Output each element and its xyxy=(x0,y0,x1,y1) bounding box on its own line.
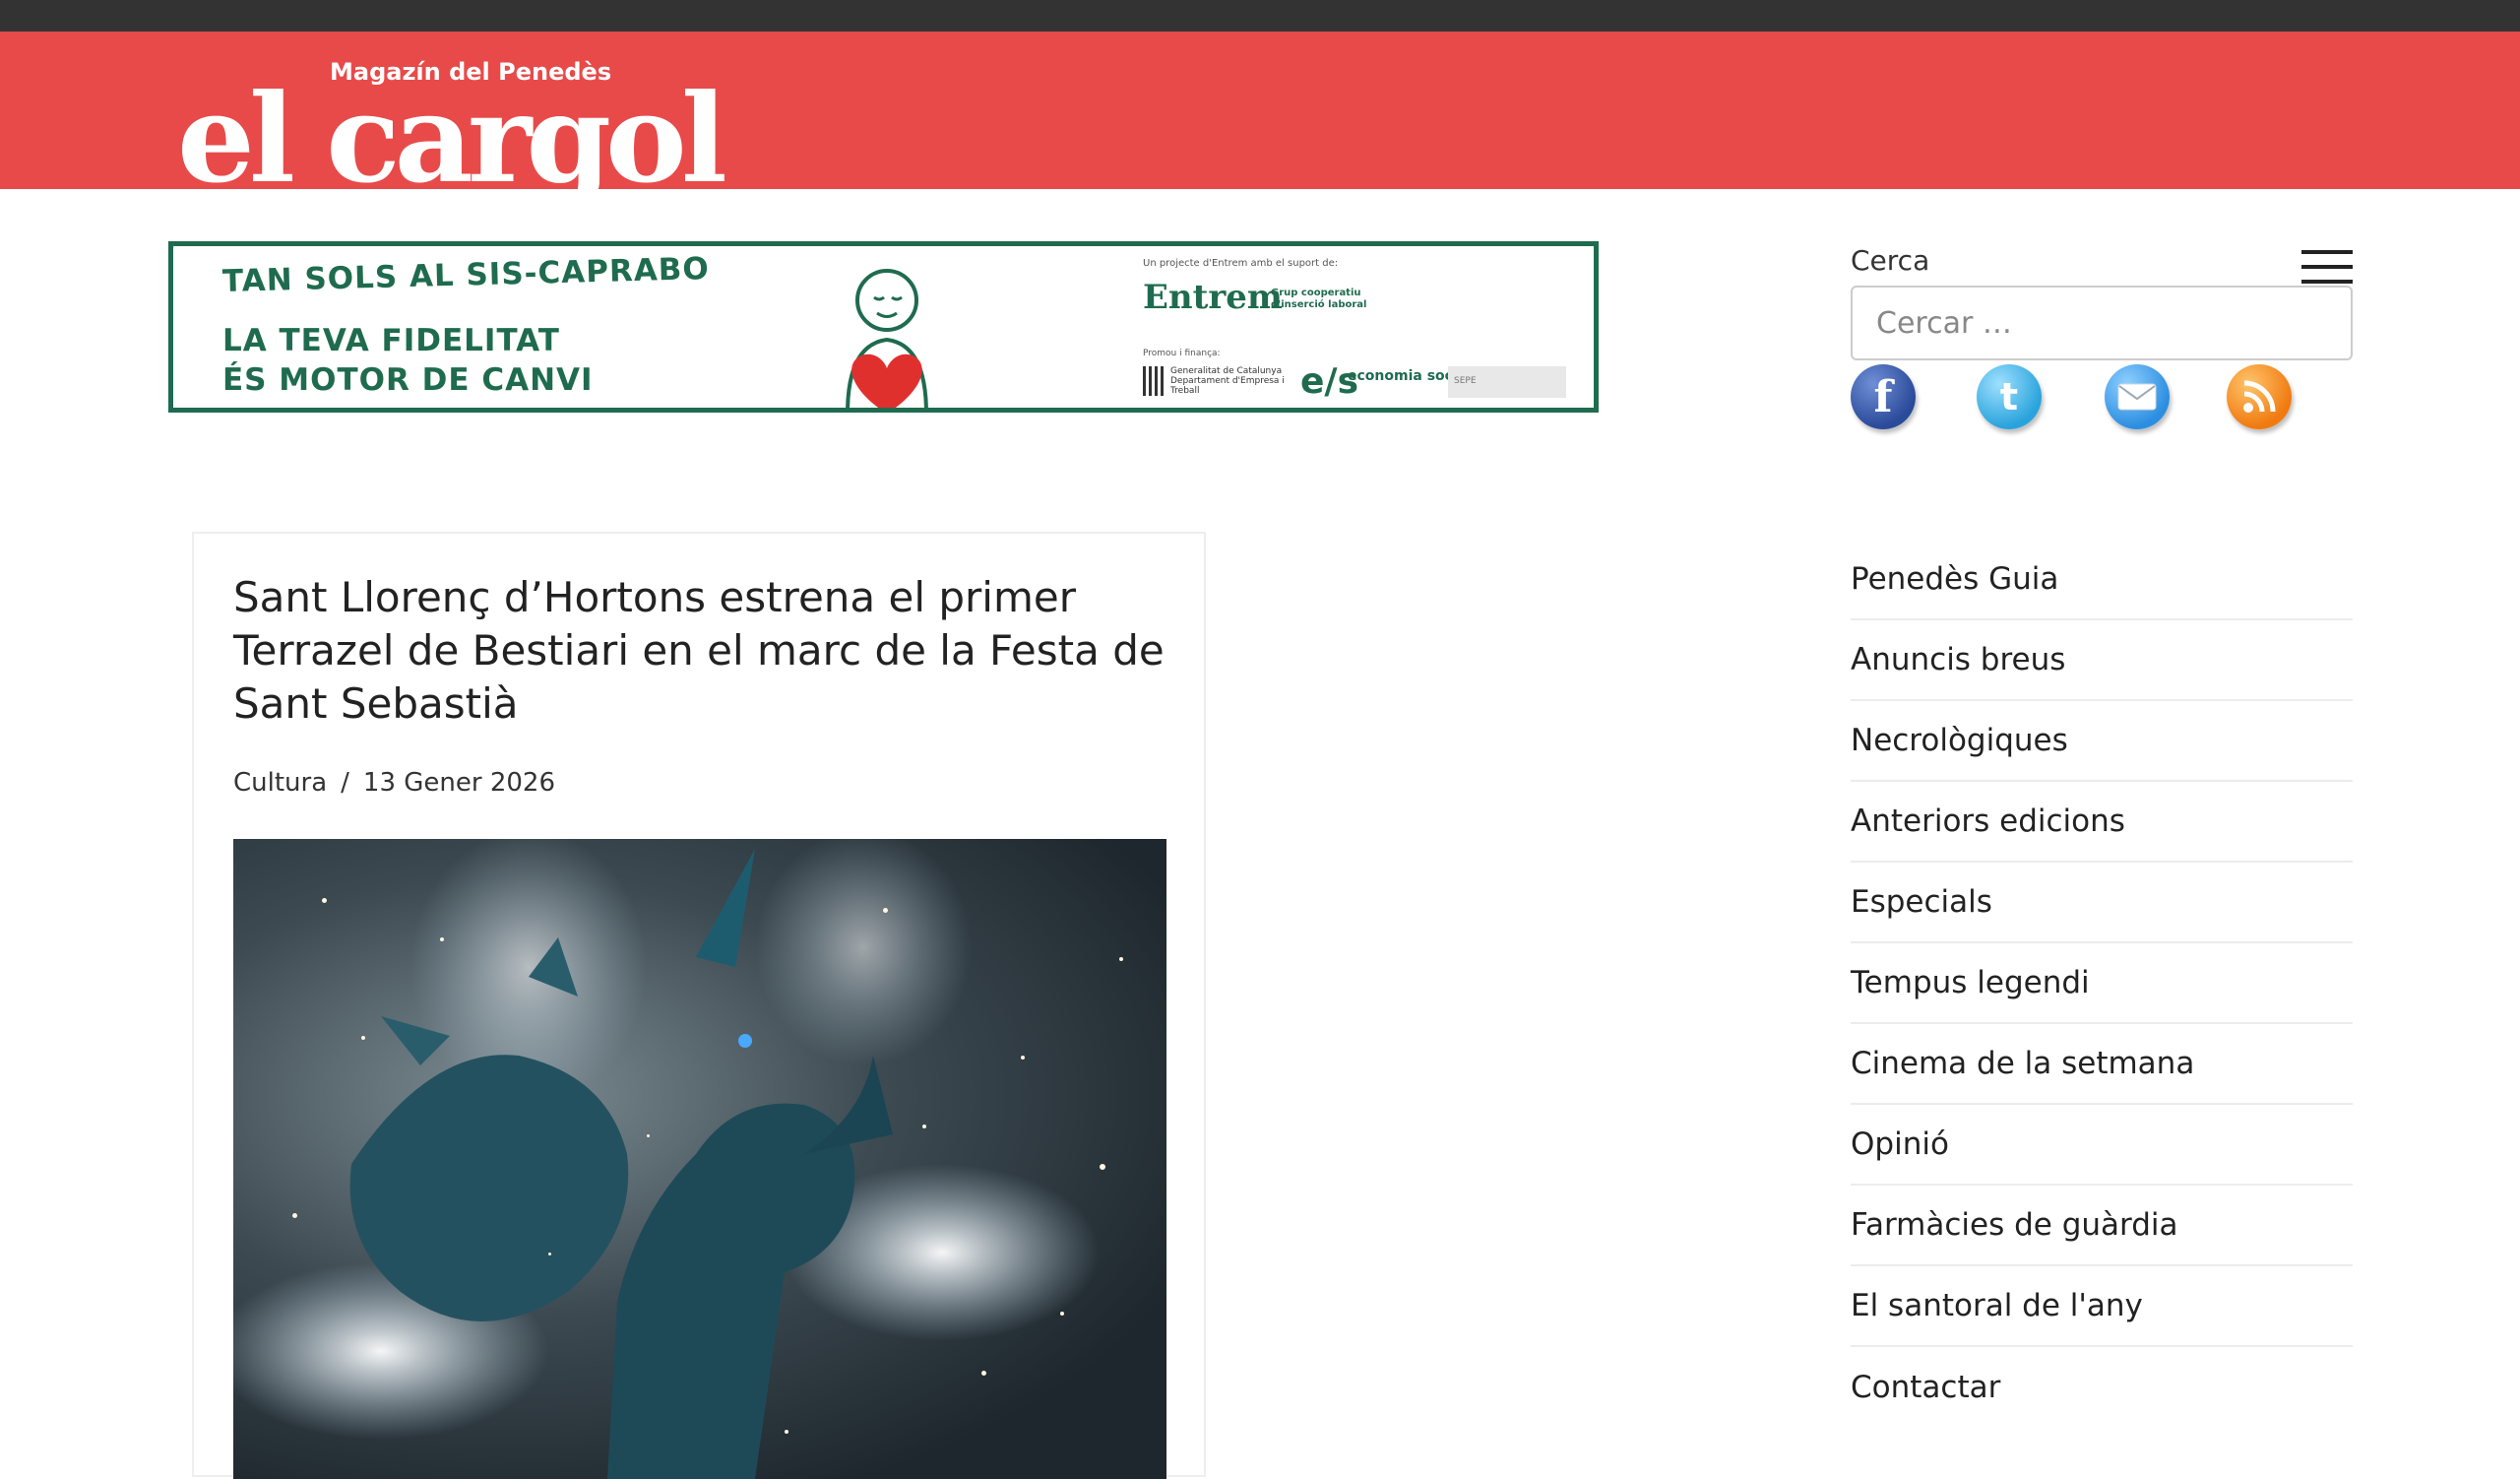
banner-line-3: ÉS MOTOR DE CANVI xyxy=(222,362,594,398)
article-category[interactable]: Cultura xyxy=(233,768,327,798)
hamburger-menu-icon[interactable] xyxy=(2301,250,2353,284)
sidebar-nav: Penedès Guia Anuncis breus Necrològiques… xyxy=(1851,540,2353,1428)
nav-item-contactar[interactable]: Contactar xyxy=(1851,1347,2353,1428)
nav-item-tempus-legendi[interactable]: Tempus legendi xyxy=(1851,943,2353,1024)
email-icon[interactable] xyxy=(2105,364,2170,429)
nav-item-penedes-guia[interactable]: Penedès Guia xyxy=(1851,540,2353,620)
fire-beast-illustration xyxy=(233,839,1100,1479)
nav-item-santoral[interactable]: El santoral de l'any xyxy=(1851,1266,2353,1347)
site-header: Magazín del Penedès el cargol xyxy=(0,32,2520,201)
rss-icon[interactable] xyxy=(2227,364,2292,429)
article-date: 13 Gener 2026 xyxy=(362,768,556,798)
banner-line-2: LA TEVA FIDELITAT xyxy=(222,323,560,358)
banner-project-note: Un projecte d'Entrem amb el suport de: xyxy=(1143,258,1339,269)
article-title[interactable]: Sant Llorenç d’Hortons estrena el primer… xyxy=(233,571,1178,731)
facebook-icon[interactable]: f xyxy=(1851,364,1916,429)
article-image[interactable] xyxy=(233,839,1166,1479)
nav-item-anuncis-breus[interactable]: Anuncis breus xyxy=(1851,620,2353,701)
article-card: Sant Llorenç d’Hortons estrena el primer… xyxy=(192,532,1206,1479)
banner-sponsors: Un projecte d'Entrem amb el suport de: E… xyxy=(1143,258,1576,406)
site-logo[interactable]: Magazín del Penedès el cargol xyxy=(177,32,727,201)
search-input[interactable] xyxy=(1851,286,2353,360)
twitter-icon[interactable]: t xyxy=(1977,364,2042,429)
banner-text: TAN SOLS AL SIS-CAPRABO LA TEVA FIDELITA… xyxy=(222,251,711,398)
social-links: f t xyxy=(1851,364,2353,443)
article-meta: Cultura / 13 Gener 2026 xyxy=(233,768,555,798)
nav-item-farmacies[interactable]: Farmàcies de guàrdia xyxy=(1851,1186,2353,1266)
meta-separator: / xyxy=(341,768,349,798)
nav-item-necrologiques[interactable]: Necrològiques xyxy=(1851,701,2353,782)
advertisement-banner[interactable]: TAN SOLS AL SIS-CAPRABO LA TEVA FIDELITA… xyxy=(168,241,1599,413)
logo-name: el cargol xyxy=(177,68,727,211)
entrem-logo: Entrem xyxy=(1143,278,1283,317)
top-bar xyxy=(0,0,2520,32)
sepe-logo: SEPE xyxy=(1448,366,1566,398)
generalitat-logo: Generalitat de Catalunya Departament d'E… xyxy=(1143,366,1291,396)
heart-figure-icon xyxy=(846,269,928,408)
entrem-subtitle: Grup cooperatiu d'inserció laboral xyxy=(1271,288,1367,310)
search-label: Cerca xyxy=(1851,244,1930,277)
nav-item-cinema[interactable]: Cinema de la setmana xyxy=(1851,1024,2353,1105)
banner-promou: Promou i finança: xyxy=(1143,349,1221,358)
nav-item-opinio[interactable]: Opinió xyxy=(1851,1105,2353,1186)
nav-item-especials[interactable]: Especials xyxy=(1851,863,2353,943)
nav-item-anteriors-edicions[interactable]: Anteriors edicions xyxy=(1851,782,2353,863)
banner-line-1: TAN SOLS AL SIS-CAPRABO xyxy=(221,251,711,299)
